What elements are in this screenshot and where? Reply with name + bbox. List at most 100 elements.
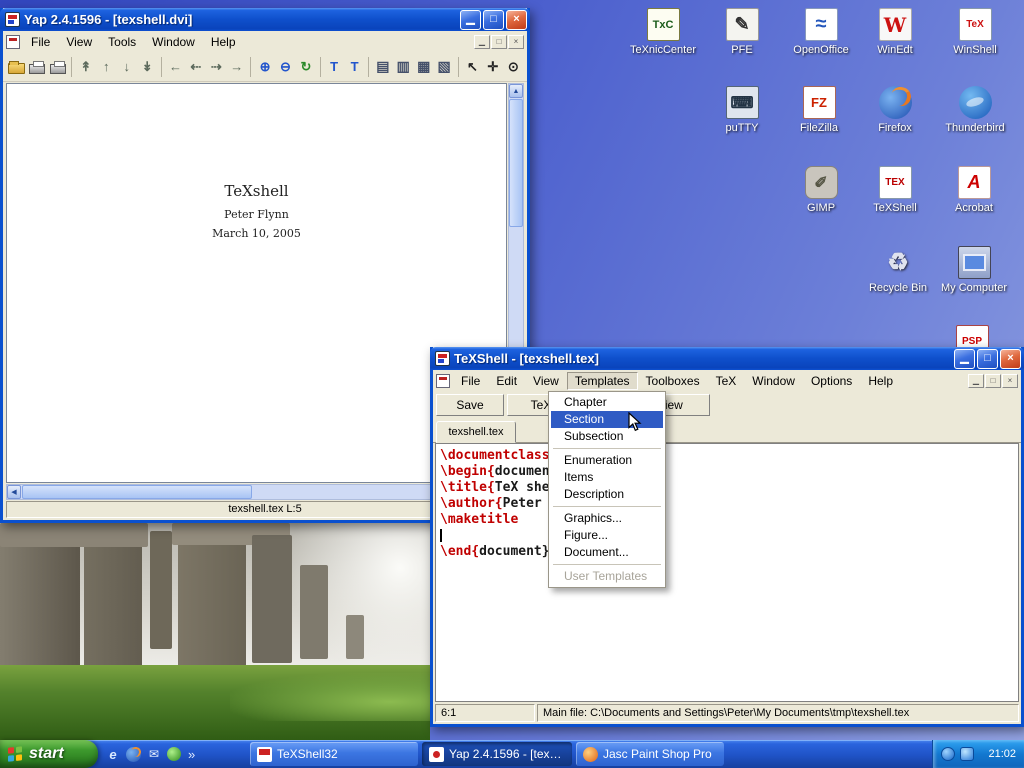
chevron-icon[interactable]: » bbox=[185, 747, 198, 762]
start-button[interactable]: start bbox=[0, 740, 98, 768]
desktop-icon-filezilla[interactable]: FZ FileZilla bbox=[780, 86, 858, 135]
minimize-button[interactable]: ▁ bbox=[954, 349, 975, 369]
menu-item-graphics[interactable]: Graphics... bbox=[551, 510, 663, 527]
scroll-up-icon[interactable]: ▲ bbox=[509, 84, 523, 98]
yap-menu-file[interactable]: File bbox=[23, 33, 58, 51]
menu-item-subsection[interactable]: Subsection bbox=[551, 428, 663, 445]
vertical-scrollbar-thumb[interactable] bbox=[509, 99, 523, 227]
ruler-icon[interactable]: T bbox=[324, 55, 343, 78]
menu-item-figure[interactable]: Figure... bbox=[551, 527, 663, 544]
yap-menu-help[interactable]: Help bbox=[203, 33, 244, 51]
refresh-icon[interactable]: ↻ bbox=[296, 55, 315, 78]
internet-explorer-icon[interactable]: e bbox=[104, 745, 122, 763]
taskbar-button-texshell32[interactable]: TeXShell32 bbox=[250, 742, 418, 766]
yap-menu-tools[interactable]: Tools bbox=[100, 33, 144, 51]
menu-toolboxes[interactable]: Toolboxes bbox=[638, 372, 708, 390]
desktop-icon-winedt[interactable]: W WinEdt bbox=[856, 8, 934, 57]
close-button[interactable]: × bbox=[506, 10, 527, 30]
paint-shop-pro-task-icon bbox=[583, 747, 598, 762]
menu-item-enumeration[interactable]: Enumeration bbox=[551, 452, 663, 469]
desktop-icon-putty[interactable]: ⌨ puTTY bbox=[703, 86, 781, 135]
menu-templates[interactable]: Templates bbox=[567, 372, 638, 390]
taskbar-button-paint-shop-pro[interactable]: Jasc Paint Shop Pro bbox=[576, 742, 724, 766]
print-icon[interactable] bbox=[27, 55, 46, 78]
desktop-icon-pfe[interactable]: ✎ PFE bbox=[703, 8, 781, 57]
yap-menu-view[interactable]: View bbox=[58, 33, 100, 51]
wallpaper-stone bbox=[300, 565, 328, 659]
menu-tex[interactable]: TeX bbox=[708, 372, 745, 390]
taskbar-button-yap[interactable]: Yap 2.4.1596 - [texs... bbox=[422, 742, 572, 766]
mail-icon[interactable]: ✉ bbox=[145, 745, 163, 763]
desktop-icon-recycle-bin[interactable]: ♻ Recycle Bin bbox=[859, 246, 937, 295]
mdi-close-button[interactable]: × bbox=[508, 35, 524, 49]
menu-item-section[interactable]: Section bbox=[551, 411, 663, 428]
pan-tool-icon[interactable]: ✛ bbox=[483, 55, 502, 78]
magnify-tool-icon[interactable]: ⊙ bbox=[504, 55, 523, 78]
menu-item-chapter[interactable]: Chapter bbox=[551, 394, 663, 411]
putty-icon: ⌨ bbox=[726, 86, 759, 119]
editor-line bbox=[440, 528, 1018, 544]
back-icon[interactable]: ← bbox=[166, 55, 185, 78]
taskbar-clock[interactable]: 21:02 bbox=[988, 748, 1016, 760]
next-page-icon[interactable]: ↓ bbox=[117, 55, 136, 78]
desktop-icon-firefox[interactable]: Firefox bbox=[856, 86, 934, 135]
system-tray: 21:02 bbox=[932, 740, 1024, 768]
media-player-icon[interactable] bbox=[167, 747, 181, 761]
desktop-icon-texshell[interactable]: TEX TeXShell bbox=[856, 166, 934, 215]
save-button[interactable]: Save bbox=[436, 394, 504, 416]
menu-item-document[interactable]: Document... bbox=[551, 544, 663, 561]
single-page-icon[interactable]: ▤ bbox=[373, 55, 392, 78]
grid-view-icon[interactable]: ▧ bbox=[434, 55, 453, 78]
tray-network-icon[interactable] bbox=[960, 747, 974, 761]
yap-titlebar[interactable]: Yap 2.4.1596 - [texshell.dvi] ▁ □ × bbox=[0, 8, 530, 31]
mdi-minimize-button[interactable]: ▁ bbox=[968, 374, 984, 388]
first-page-icon[interactable]: ↟ bbox=[76, 55, 95, 78]
code-editor[interactable]: \documentclass{ \begin{document \title{T… bbox=[435, 443, 1019, 702]
print-setup-icon[interactable] bbox=[48, 55, 67, 78]
text-mode-icon[interactable]: T bbox=[345, 55, 364, 78]
open-icon[interactable] bbox=[7, 55, 26, 78]
yap-menu-window[interactable]: Window bbox=[144, 33, 203, 51]
cursor-position-status: 6:1 bbox=[435, 704, 535, 722]
desktop-icon-texniccenter[interactable]: TxC TeXnicCenter bbox=[624, 8, 702, 57]
menu-help[interactable]: Help bbox=[860, 372, 901, 390]
horizontal-scrollbar-thumb[interactable] bbox=[22, 485, 252, 499]
mdi-restore-button[interactable]: □ bbox=[491, 35, 507, 49]
desktop-icon-winshell[interactable]: TeX WinShell bbox=[936, 8, 1014, 57]
menu-options[interactable]: Options bbox=[803, 372, 860, 390]
tray-status-icon[interactable] bbox=[941, 747, 955, 761]
continuous-view-icon[interactable]: ▥ bbox=[394, 55, 413, 78]
mdi-restore-button[interactable]: □ bbox=[985, 374, 1001, 388]
desktop-icon-my-computer[interactable]: My Computer bbox=[935, 246, 1013, 295]
prev-page-icon[interactable]: ↑ bbox=[97, 55, 116, 78]
back-history-icon[interactable]: ⇠ bbox=[186, 55, 205, 78]
start-button-label: start bbox=[29, 745, 64, 763]
menu-item-items[interactable]: Items bbox=[551, 469, 663, 486]
menu-file[interactable]: File bbox=[453, 372, 488, 390]
menu-window[interactable]: Window bbox=[744, 372, 803, 390]
menu-item-description[interactable]: Description bbox=[551, 486, 663, 503]
desktop-icon-gimp[interactable]: ✐ GIMP bbox=[782, 166, 860, 215]
desktop-icon-openoffice[interactable]: ≈ OpenOffice bbox=[782, 8, 860, 57]
zoom-out-icon[interactable]: ⊖ bbox=[276, 55, 295, 78]
select-tool-icon[interactable]: ↖ bbox=[463, 55, 482, 78]
minimize-button[interactable]: ▁ bbox=[460, 10, 481, 30]
close-button[interactable]: × bbox=[1000, 349, 1021, 369]
mdi-minimize-button[interactable]: ▁ bbox=[474, 35, 490, 49]
last-page-icon[interactable]: ↡ bbox=[137, 55, 156, 78]
maximize-button[interactable]: □ bbox=[977, 349, 998, 369]
menu-view[interactable]: View bbox=[525, 372, 567, 390]
zoom-in-icon[interactable]: ⊕ bbox=[255, 55, 274, 78]
facing-pages-icon[interactable]: ▦ bbox=[414, 55, 433, 78]
desktop-icon-thunderbird[interactable]: Thunderbird bbox=[936, 86, 1014, 135]
menu-edit[interactable]: Edit bbox=[488, 372, 525, 390]
maximize-button[interactable]: □ bbox=[483, 10, 504, 30]
tab-texshell-tex[interactable]: texshell.tex bbox=[436, 421, 516, 443]
texshell-titlebar[interactable]: TeXShell - [texshell.tex] ▁ □ × bbox=[430, 347, 1024, 370]
mdi-close-button[interactable]: × bbox=[1002, 374, 1018, 388]
forward-history-icon[interactable]: ⇢ bbox=[207, 55, 226, 78]
forward-icon[interactable]: → bbox=[227, 55, 246, 78]
desktop-icon-acrobat[interactable]: A Acrobat bbox=[935, 166, 1013, 215]
firefox-quicklaunch-icon[interactable] bbox=[126, 747, 141, 762]
scroll-left-icon[interactable]: ◀ bbox=[7, 485, 21, 499]
